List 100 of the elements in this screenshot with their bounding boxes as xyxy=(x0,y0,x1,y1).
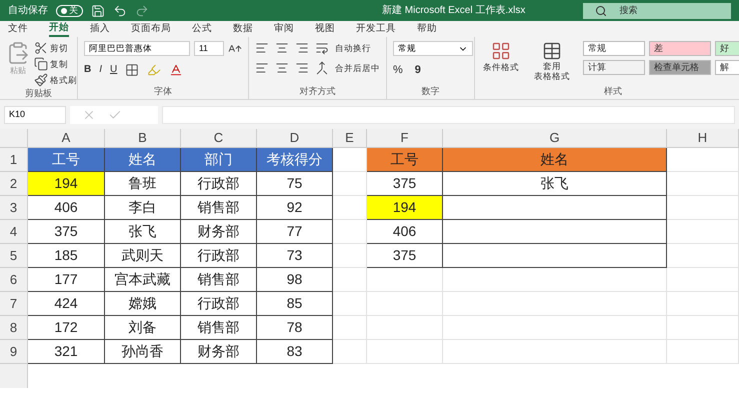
group-label: 数字 xyxy=(420,85,440,98)
row-header[interactable]: 3 xyxy=(0,196,28,220)
ribbon-tab[interactable]: 页面布局 xyxy=(131,22,171,36)
row-header[interactable]: 8 xyxy=(0,316,28,340)
wrap-text-button[interactable]: 自动换行 xyxy=(335,42,371,54)
table-cell: 工号 xyxy=(367,148,443,172)
cut-button[interactable]: 剪切 xyxy=(50,42,68,54)
bold-button[interactable]: B xyxy=(84,62,92,77)
group-label: 剪贴板 xyxy=(24,87,53,100)
table-cell: 375 xyxy=(28,220,105,244)
row-header[interactable]: 1 xyxy=(0,148,28,172)
ribbon-tab[interactable]: 数据 xyxy=(233,22,253,36)
cell-style[interactable]: 常规 xyxy=(583,41,645,56)
align-center-icon[interactable] xyxy=(275,61,289,75)
cell-style[interactable]: 好 xyxy=(715,41,739,56)
column-header[interactable]: G xyxy=(443,129,667,147)
table-format-icon[interactable] xyxy=(542,41,562,61)
name-box[interactable]: K10 xyxy=(4,106,66,124)
brush-icon[interactable] xyxy=(34,73,48,87)
search-icon xyxy=(595,4,608,16)
table-cell: 75 xyxy=(257,172,333,196)
column-header[interactable]: B xyxy=(105,129,181,147)
formula-field[interactable] xyxy=(162,106,735,124)
table-format-button[interactable]: 套用 表格格式 xyxy=(534,61,570,81)
row-header[interactable]: 4 xyxy=(0,220,28,244)
table-cell: 财务部 xyxy=(181,340,257,364)
percent-button[interactable]: % xyxy=(393,62,403,78)
column-header[interactable]: E xyxy=(333,129,367,147)
format-painter-button[interactable]: 格式刷 xyxy=(50,74,77,86)
column-header[interactable]: F xyxy=(367,129,443,147)
font-color-icon[interactable] xyxy=(169,62,184,76)
ribbon-tab[interactable]: 公式 xyxy=(192,22,212,36)
row-header[interactable]: 6 xyxy=(0,268,28,292)
italic-button[interactable]: I xyxy=(99,62,102,77)
column-header[interactable]: A xyxy=(28,129,105,147)
row-header[interactable]: 5 xyxy=(0,244,28,268)
conditional-format-icon[interactable] xyxy=(491,41,511,61)
table-cell: 98 xyxy=(257,268,333,292)
merge-icon[interactable] xyxy=(315,61,329,75)
column-header[interactable]: D xyxy=(257,129,333,147)
ribbon-tab[interactable]: 视图 xyxy=(315,22,335,36)
table-cell: 83 xyxy=(257,340,333,364)
ribbon-tab[interactable]: 开发工具 xyxy=(356,22,396,36)
table-cell: 85 xyxy=(257,292,333,316)
table-cell: 177 xyxy=(28,268,105,292)
save-icon[interactable] xyxy=(91,4,105,18)
copy-icon[interactable] xyxy=(34,57,48,71)
table-cell: 财务部 xyxy=(181,220,257,244)
merge-center-button[interactable]: 合并后居中 xyxy=(335,62,380,74)
cell-style[interactable]: 检查单元格 xyxy=(649,60,711,75)
table-cell: 92 xyxy=(257,196,333,220)
column-header[interactable]: C xyxy=(181,129,257,147)
table-cell: 姓名 xyxy=(105,148,181,172)
cell-style[interactable]: 解 xyxy=(715,60,739,75)
table-cell: 194 xyxy=(367,196,443,220)
table-cell: 185 xyxy=(28,244,105,268)
ribbon-tab[interactable]: 文件 xyxy=(8,22,28,36)
align-right-icon[interactable] xyxy=(295,41,309,55)
table-cell: 嫦娥 xyxy=(105,292,181,316)
column-header[interactable]: H xyxy=(667,129,739,147)
table-cell: 销售部 xyxy=(181,196,257,220)
align-right-icon[interactable] xyxy=(295,61,309,75)
table-cell: 销售部 xyxy=(181,316,257,340)
table-cell: 部门 xyxy=(181,148,257,172)
ribbon-tab[interactable]: 插入 xyxy=(90,22,110,36)
comma-button[interactable]: 9 xyxy=(414,62,421,78)
autosave-toggle[interactable]: 关 xyxy=(56,4,83,16)
fill-color-icon[interactable] xyxy=(147,62,162,76)
row-header[interactable]: 9 xyxy=(0,340,28,364)
underline-button[interactable]: U xyxy=(110,62,118,77)
cell-style[interactable]: 差 xyxy=(649,41,711,56)
table-cell: 张飞 xyxy=(105,220,181,244)
wrap-icon[interactable] xyxy=(315,41,329,55)
autosave-label: 自动保存 xyxy=(8,4,48,18)
ribbon-tab[interactable]: 审阅 xyxy=(274,22,294,36)
table-cell: 406 xyxy=(367,220,443,244)
align-left-icon[interactable] xyxy=(255,41,269,55)
scissors-icon[interactable] xyxy=(34,41,48,55)
table-cell: 行政部 xyxy=(181,292,257,316)
table-cell: 鲁班 xyxy=(105,172,181,196)
font-name-field[interactable]: 阿里巴巴普惠体 xyxy=(84,41,190,56)
row-header[interactable]: 7 xyxy=(0,292,28,316)
copy-button[interactable]: 复制 xyxy=(50,58,68,70)
row-header[interactable]: 2 xyxy=(0,172,28,196)
table-cell: 考核得分 xyxy=(257,148,333,172)
borders-icon[interactable] xyxy=(125,62,140,76)
table-cell: 375 xyxy=(367,172,443,196)
ribbon-tab[interactable]: 帮助 xyxy=(417,22,437,36)
align-center-icon[interactable] xyxy=(275,41,289,55)
search-placeholder: 搜索 xyxy=(619,4,638,17)
table-cell: 424 xyxy=(28,292,105,316)
cell-style[interactable]: 计算 xyxy=(583,60,645,75)
align-left-icon[interactable] xyxy=(255,61,269,75)
search-field[interactable]: 搜索 xyxy=(583,2,731,18)
table-cell: 194 xyxy=(28,172,105,196)
font-size-field[interactable]: 11 xyxy=(194,41,224,56)
table-cell: 李白 xyxy=(105,196,181,220)
number-format-field[interactable]: 常规 xyxy=(393,41,473,56)
conditional-format-button[interactable]: 条件格式 xyxy=(483,61,519,74)
undo-icon[interactable] xyxy=(113,4,127,18)
